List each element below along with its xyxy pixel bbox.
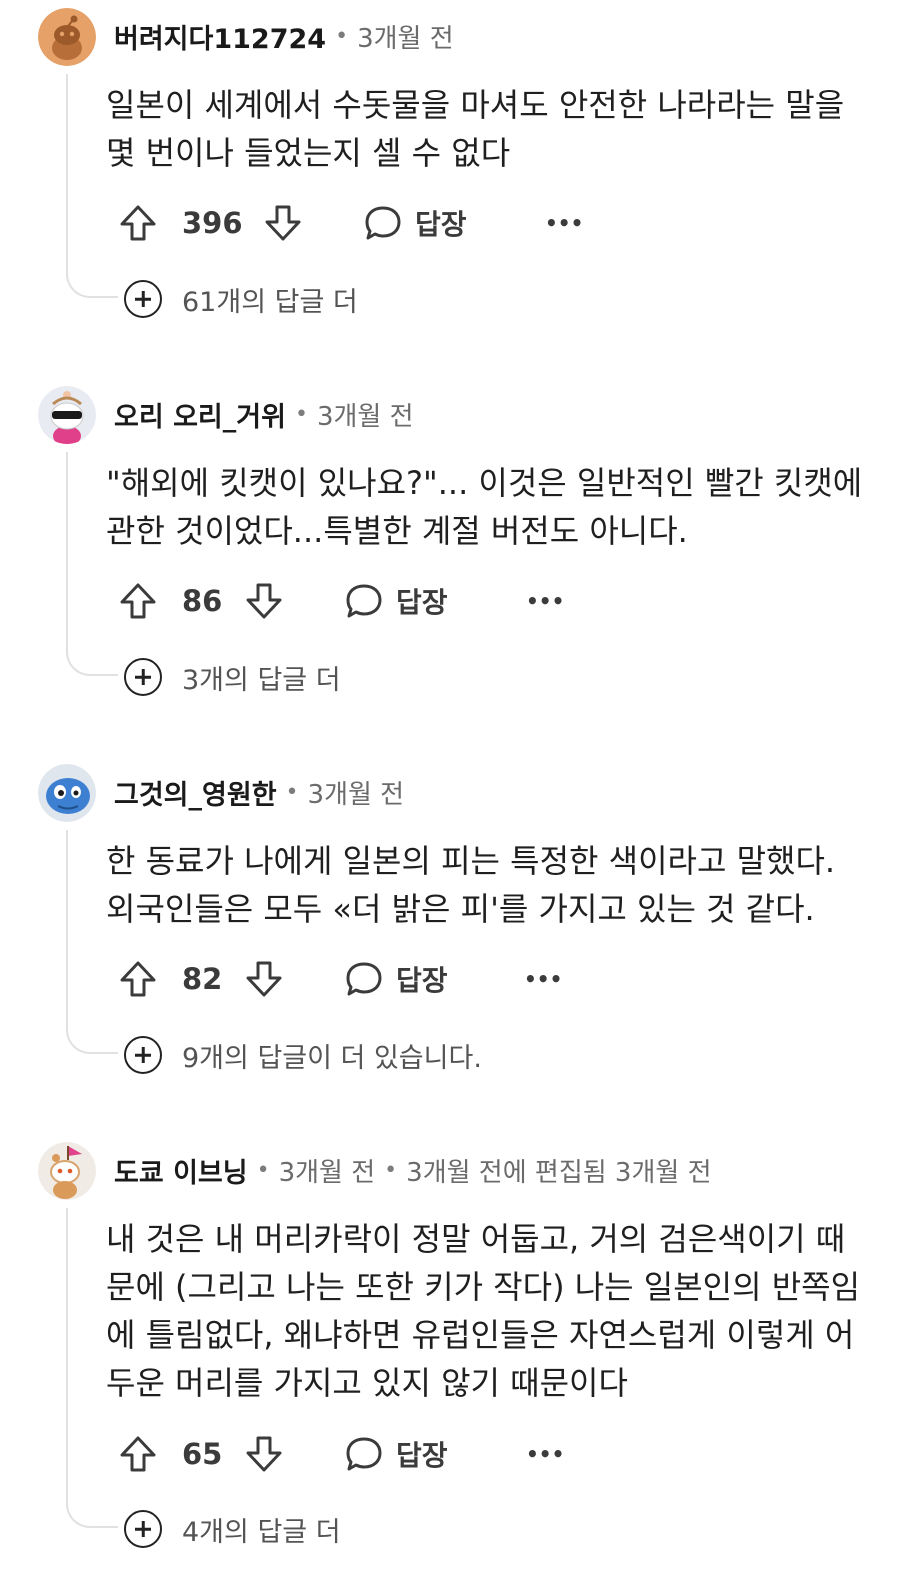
plus-circle-icon bbox=[124, 280, 162, 318]
separator-dot: • bbox=[285, 779, 299, 805]
reply-button[interactable]: 답장 bbox=[344, 1429, 448, 1479]
username[interactable]: 버려지다112724 bbox=[114, 17, 326, 56]
avatar[interactable] bbox=[38, 1142, 96, 1200]
more-options-button[interactable]: ••• bbox=[524, 954, 562, 1004]
downvote-arrow-icon bbox=[246, 1436, 282, 1472]
comment-body: 한 동료가 나에게 일본의 피는 특정한 색이라고 말했다. 외국인들은 모두 … bbox=[106, 837, 866, 933]
more-replies-link[interactable]: 9개의 답글이 더 있습니다. bbox=[124, 1035, 482, 1075]
more-options-button[interactable]: ••• bbox=[526, 576, 564, 626]
vote-count: 65 bbox=[182, 1437, 223, 1471]
comment-header: 버려지다112724 • 3개월 전 bbox=[114, 16, 454, 56]
upvote-arrow-icon bbox=[120, 205, 156, 241]
timestamp: 3개월 전 bbox=[316, 401, 414, 432]
comment-body-line: 몇 번이나 들었는지 셀 수 없다 bbox=[106, 134, 511, 172]
comment-body-line: "해외에 킷캣이 있나요?"... 이것은 일반적인 빨간 킷캣에 bbox=[106, 464, 863, 502]
comment-body-line: 한 동료가 나에게 일본의 피는 특정한 색이라고 말했다. bbox=[106, 842, 836, 880]
comment-actions: 86 답장 ••• bbox=[118, 576, 718, 626]
edited-note: 3개월 전에 편집됨 3개월 전 bbox=[406, 1157, 712, 1188]
more-options-icon: ••• bbox=[526, 1442, 565, 1466]
timestamp: 3개월 전 bbox=[278, 1157, 376, 1188]
reply-label: 답장 bbox=[396, 964, 448, 997]
more-replies-text: 61개의 답글 더 bbox=[182, 286, 358, 318]
downvote-arrow-icon bbox=[246, 583, 282, 619]
comment-body: "해외에 킷캣이 있나요?"... 이것은 일반적인 빨간 킷캣에 관한 것이었… bbox=[106, 459, 866, 555]
more-replies-text: 9개의 답글이 더 있습니다. bbox=[182, 1042, 482, 1074]
speech-bubble-icon bbox=[346, 584, 382, 618]
more-options-button[interactable]: ••• bbox=[545, 198, 583, 248]
avatar[interactable] bbox=[38, 764, 96, 822]
separator-dot: • bbox=[256, 1157, 270, 1183]
comment-actions: 396 답장 ••• bbox=[118, 198, 718, 248]
vote-count: 86 bbox=[182, 584, 223, 618]
username[interactable]: 그것의_영원한 bbox=[114, 773, 277, 812]
more-replies-link[interactable]: 4개의 답글 더 bbox=[124, 1509, 341, 1549]
comment-header: 그것의_영원한 • 3개월 전 bbox=[114, 772, 404, 812]
vote-count: 82 bbox=[182, 962, 223, 996]
upvote-arrow-icon bbox=[120, 961, 156, 997]
vote-count: 396 bbox=[182, 206, 243, 240]
comment-header: 오리 오리_거위 • 3개월 전 bbox=[114, 394, 414, 434]
timestamp: 3개월 전 bbox=[357, 23, 454, 54]
downvote-button[interactable] bbox=[263, 198, 303, 248]
snoo-avatar-icon bbox=[38, 386, 96, 444]
more-options-icon: ••• bbox=[545, 211, 584, 235]
reply-label: 답장 bbox=[415, 208, 467, 241]
downvote-arrow-icon bbox=[246, 961, 282, 997]
comment-body: 일본이 세계에서 수돗물을 마셔도 안전한 나라라는 말을 몇 번이나 들었는지… bbox=[106, 81, 866, 177]
upvote-button[interactable] bbox=[118, 198, 158, 248]
more-replies-link[interactable]: 61개의 답글 더 bbox=[124, 279, 358, 319]
username[interactable]: 도쿄 이브닝 bbox=[114, 1151, 248, 1190]
timestamp: 3개월 전 bbox=[307, 779, 405, 810]
downvote-button[interactable] bbox=[244, 954, 284, 1004]
upvote-arrow-icon bbox=[120, 1436, 156, 1472]
more-replies-text: 4개의 답글 더 bbox=[182, 1516, 341, 1548]
username[interactable]: 오리 오리_거위 bbox=[114, 395, 286, 434]
more-options-icon: ••• bbox=[526, 589, 565, 613]
plus-circle-icon bbox=[124, 1036, 162, 1074]
upvote-button[interactable] bbox=[118, 954, 158, 1004]
reply-button[interactable]: 답장 bbox=[344, 954, 448, 1004]
plus-circle-icon bbox=[124, 658, 162, 696]
speech-bubble-icon bbox=[346, 962, 382, 996]
separator-dot: • bbox=[335, 23, 349, 49]
comment-body-line: 에 틀림없다, 왜냐하면 유럽인들은 자연스럽게 이렇게 어 bbox=[106, 1316, 855, 1354]
comment-body-line: 두운 머리를 가지고 있지 않기 때문이다 bbox=[106, 1364, 628, 1402]
separator-dot: • bbox=[294, 401, 308, 427]
comment-actions: 65 답장 ••• bbox=[118, 1429, 718, 1479]
snoo-avatar-icon bbox=[38, 1142, 96, 1200]
more-replies-link[interactable]: 3개의 답글 더 bbox=[124, 657, 341, 697]
comment-body-line: 일본이 세계에서 수돗물을 마셔도 안전한 나라라는 말을 bbox=[106, 86, 845, 124]
separator-dot: • bbox=[384, 1157, 398, 1183]
avatar[interactable] bbox=[38, 8, 96, 66]
more-replies-text: 3개의 답글 더 bbox=[182, 664, 341, 696]
comment-header: 도쿄 이브닝 • 3개월 전 • 3개월 전에 편집됨 3개월 전 bbox=[114, 1150, 712, 1190]
reply-button[interactable]: 답장 bbox=[344, 576, 448, 626]
avatar[interactable] bbox=[38, 386, 96, 444]
reply-label: 답장 bbox=[396, 586, 448, 619]
upvote-arrow-icon bbox=[120, 583, 156, 619]
downvote-button[interactable] bbox=[244, 576, 284, 626]
reply-button[interactable]: 답장 bbox=[363, 198, 467, 248]
comment-body: 내 것은 내 머리카락이 정말 어둡고, 거의 검은색이기 때 문에 (그리고 … bbox=[106, 1215, 866, 1407]
upvote-button[interactable] bbox=[118, 1429, 158, 1479]
speech-bubble-icon bbox=[346, 1437, 382, 1471]
comment-body-line: 관한 것이었다...특별한 계절 버전도 아니다. bbox=[106, 512, 688, 550]
comment-body-line: 내 것은 내 머리카락이 정말 어둡고, 거의 검은색이기 때 bbox=[106, 1220, 846, 1258]
snoo-avatar-icon bbox=[38, 8, 96, 66]
comment-actions: 82 답장 ••• bbox=[118, 954, 718, 1004]
plus-circle-icon bbox=[124, 1510, 162, 1548]
snoo-avatar-icon bbox=[38, 764, 96, 822]
comment-body-line: 외국인들은 모두 «더 밝은 피'를 가지고 있는 것 같다. bbox=[106, 890, 815, 928]
upvote-button[interactable] bbox=[118, 576, 158, 626]
more-options-button[interactable]: ••• bbox=[526, 1429, 564, 1479]
more-options-icon: ••• bbox=[524, 967, 563, 991]
reply-label: 답장 bbox=[396, 1439, 448, 1472]
comment-body-line: 문에 (그리고 나는 또한 키가 작다) 나는 일본인의 반쪽임 bbox=[106, 1268, 861, 1306]
speech-bubble-icon bbox=[365, 206, 401, 240]
downvote-arrow-icon bbox=[265, 205, 301, 241]
downvote-button[interactable] bbox=[244, 1429, 284, 1479]
